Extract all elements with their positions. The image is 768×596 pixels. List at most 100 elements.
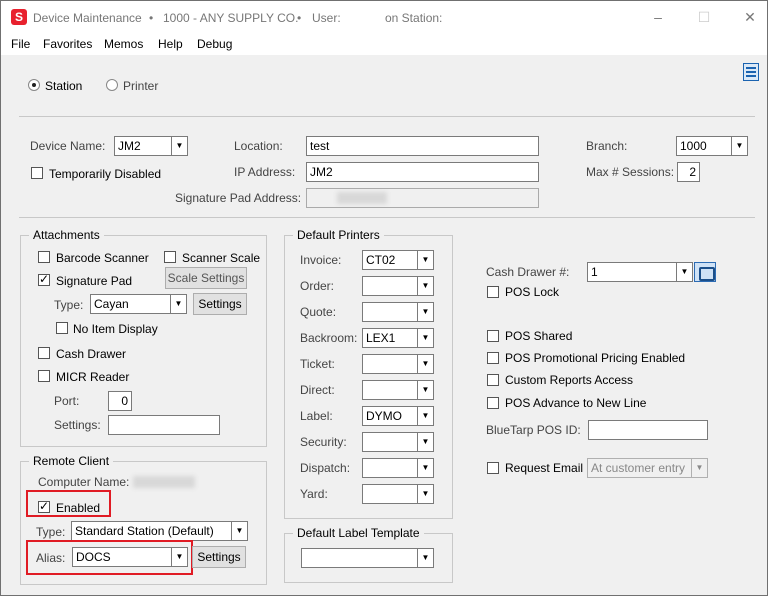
pos-shared-label: POS Shared [505, 329, 573, 343]
max-sessions-label: Max # Sessions: [586, 165, 675, 179]
device-maintenance-window: S Device Maintenance • 1000 - ANY SUPPLY… [0, 0, 768, 596]
location-input[interactable]: test [306, 136, 539, 156]
printer-label-1: Order: [300, 279, 335, 293]
label-template-select[interactable]: ▼ [301, 548, 434, 568]
hamburger-menu-icon[interactable] [743, 63, 759, 81]
printer-select-8[interactable]: ▼ [362, 458, 434, 478]
chevron-down-icon: ▼ [417, 355, 433, 373]
cash-drawer-checkbox[interactable] [38, 347, 50, 359]
barcode-scanner-label: Barcode Scanner [56, 251, 149, 265]
printer-radio-label: Printer [123, 79, 159, 93]
bluetarp-input[interactable] [588, 420, 708, 440]
chevron-down-icon: ▼ [417, 485, 433, 503]
request-email-checkbox[interactable] [487, 462, 499, 474]
location-label: Location: [234, 139, 283, 153]
printer-select-1[interactable]: ▼ [362, 276, 434, 296]
port-input[interactable]: 0 [108, 391, 132, 411]
custom-reports-label: Custom Reports Access [505, 373, 634, 387]
barcode-scanner-checkbox[interactable] [38, 251, 50, 263]
lookup-icon[interactable] [694, 262, 716, 282]
printer-label-9: Yard: [300, 487, 328, 501]
printer-select-0[interactable]: CT02 ▼ [362, 250, 434, 270]
printer-label-5: Direct: [300, 383, 335, 397]
ip-address-input[interactable]: JM2 [306, 162, 539, 182]
signature-type-select[interactable]: Cayan ▼ [90, 294, 187, 314]
alias-select[interactable]: DOCS ▼ [72, 547, 188, 567]
menu-memos[interactable]: Memos [104, 37, 143, 51]
attachments-title: Attachments [29, 228, 104, 242]
station-radio[interactable] [28, 79, 40, 91]
company-name: 1000 - ANY SUPPLY CO. [163, 11, 299, 25]
temporarily-disabled-label: Temporarily Disabled [49, 167, 162, 181]
station-label: on Station: [385, 11, 443, 25]
device-name-select[interactable]: JM2 ▼ [114, 136, 188, 156]
printer-label-4: Ticket: [300, 357, 335, 371]
scanner-scale-checkbox[interactable] [164, 251, 176, 263]
signature-settings-button[interactable]: Settings [193, 293, 247, 315]
chevron-down-icon: ▼ [171, 548, 187, 566]
chevron-down-icon: ▼ [417, 407, 433, 425]
signature-type-label: Type: [54, 298, 84, 312]
window-title: Device Maintenance [33, 11, 142, 25]
max-sessions-input[interactable]: 2 [677, 162, 700, 182]
chevron-down-icon: ▼ [417, 549, 433, 567]
branch-select[interactable]: 1000 ▼ [676, 136, 748, 156]
printer-label-8: Dispatch: [300, 461, 351, 475]
redacted-value [337, 192, 387, 204]
app-logo-icon: S [11, 9, 27, 25]
close-icon[interactable]: ✕ [735, 5, 765, 29]
printer-radio[interactable] [106, 79, 118, 91]
printer-select-5[interactable]: ▼ [362, 380, 434, 400]
menu-file[interactable]: File [11, 37, 30, 51]
micr-reader-checkbox[interactable] [38, 370, 50, 382]
chevron-down-icon: ▼ [231, 522, 247, 540]
alias-settings-button[interactable]: Settings [192, 546, 246, 568]
request-email-select[interactable]: At customer entry ▼ [587, 458, 708, 478]
printer-select-9[interactable]: ▼ [362, 484, 434, 504]
user-label: User: [312, 11, 341, 25]
printer-select-3[interactable]: LEX1 ▼ [362, 328, 434, 348]
chevron-down-icon: ▼ [676, 263, 692, 281]
redacted-computer-name [133, 476, 195, 488]
printer-select-2[interactable]: ▼ [362, 302, 434, 322]
chevron-down-icon: ▼ [417, 433, 433, 451]
pos-lock-checkbox[interactable] [487, 286, 499, 298]
bluetarp-label: BlueTarp POS ID: [486, 423, 581, 437]
temporarily-disabled-checkbox[interactable] [31, 167, 43, 179]
remote-type-label: Type: [36, 525, 66, 539]
body-separator [19, 217, 755, 218]
signature-pad-address-input[interactable] [306, 188, 539, 208]
micr-reader-label: MICR Reader [56, 370, 130, 384]
default-printers-title: Default Printers [293, 228, 384, 242]
cash-drawer-num-select[interactable]: 1 ▼ [587, 262, 693, 282]
port-label: Port: [54, 394, 80, 408]
minimize-icon[interactable]: – [643, 5, 673, 29]
remote-client-title: Remote Client [29, 454, 114, 468]
pos-promotional-checkbox[interactable] [487, 352, 499, 364]
printer-label-3: Backroom: [300, 331, 358, 345]
branch-label: Branch: [586, 139, 628, 153]
station-radio-label: Station [45, 79, 83, 93]
printer-select-7[interactable]: ▼ [362, 432, 434, 452]
printer-label-6: Label: [300, 409, 333, 423]
pos-shared-checkbox[interactable] [487, 330, 499, 342]
scale-settings-button[interactable]: Scale Settings [165, 267, 247, 289]
menu-debug[interactable]: Debug [197, 37, 232, 51]
printer-select-4[interactable]: ▼ [362, 354, 434, 374]
pos-advance-checkbox[interactable] [487, 397, 499, 409]
no-item-display-checkbox[interactable] [56, 322, 68, 334]
menu-favorites[interactable]: Favorites [43, 37, 92, 51]
signature-pad-checkbox[interactable] [38, 272, 50, 286]
printer-select-6[interactable]: DYMO ▼ [362, 406, 434, 426]
chevron-down-icon: ▼ [417, 329, 433, 347]
maximize-icon[interactable]: ☐ [689, 5, 719, 29]
custom-reports-checkbox[interactable] [487, 374, 499, 386]
remote-type-select[interactable]: Standard Station (Default) ▼ [71, 521, 248, 541]
menu-help[interactable]: Help [158, 37, 183, 51]
pos-advance-label: POS Advance to New Line [505, 396, 647, 410]
micr-settings-input[interactable] [108, 415, 220, 435]
title-bullet-2: • [297, 11, 302, 25]
signature-pad-label: Signature Pad [56, 274, 133, 288]
remote-enabled-checkbox[interactable] [38, 499, 50, 513]
chevron-down-icon: ▼ [171, 137, 187, 155]
